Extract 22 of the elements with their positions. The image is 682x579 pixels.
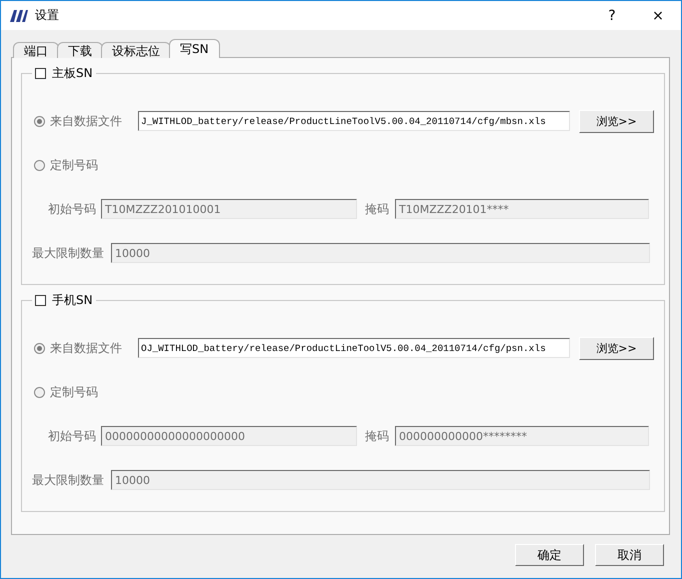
dialog-button[interactable]: 取消 (595, 544, 664, 566)
group-label: 主板SN (52, 65, 93, 82)
close-button[interactable]: × (635, 1, 681, 30)
dialog-button[interactable]: 确定 (515, 544, 584, 566)
radio-label: 来自数据文件 (50, 112, 122, 130)
app-logo-icon (9, 8, 29, 22)
tab[interactable]: 端口 (13, 42, 59, 58)
field-label: 最大限制数量 (32, 244, 104, 262)
field-label: 初始号码 (48, 428, 96, 444)
field-label: 掩码 (365, 428, 389, 444)
help-button[interactable]: ? (589, 1, 635, 30)
tab[interactable]: 写SN (169, 39, 220, 58)
field-label: 掩码 (365, 200, 389, 218)
radio-label: 定制号码 (50, 156, 98, 174)
window-title: 设置 (35, 7, 60, 24)
radio-label: 定制号码 (50, 384, 98, 400)
field-label: 初始号码 (48, 200, 96, 218)
group-label: 手机SN (52, 292, 93, 309)
radio-label: 来自数据文件 (50, 340, 122, 356)
tab[interactable]: 设标志位 (101, 42, 171, 58)
field-label: 最大限制数量 (32, 472, 104, 488)
tab[interactable]: 下载 (57, 42, 103, 58)
